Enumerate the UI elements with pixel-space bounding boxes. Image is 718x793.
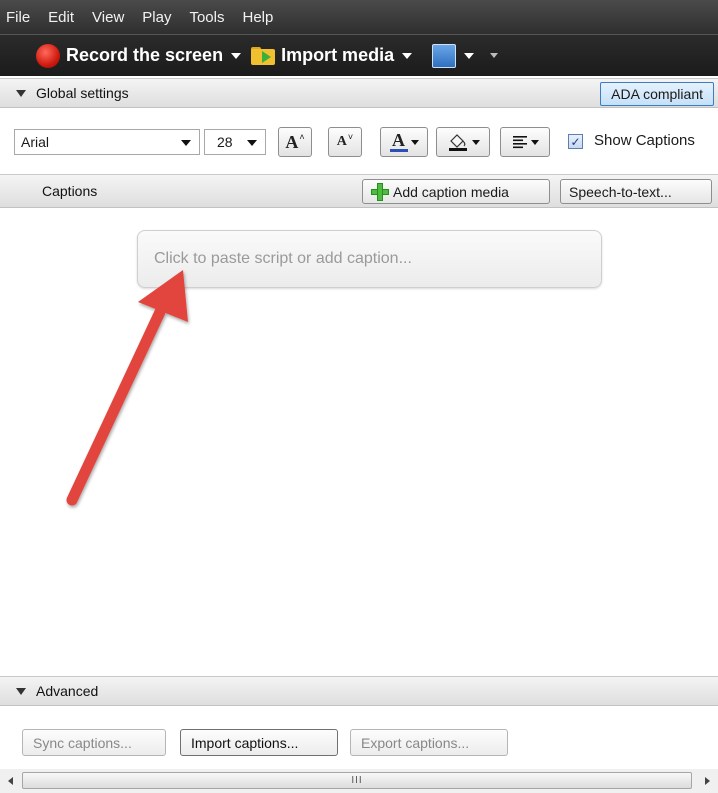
show-captions-checkbox[interactable]: ✓ [568,134,583,149]
caption-format-row: Arial 28 A ˄ A ˅ A ✓ Show Captions [0,122,718,168]
increase-font-icon: A [285,131,299,152]
import-captions-button[interactable]: Import captions... [180,729,338,756]
chevron-down-icon [410,139,419,145]
font-color-icon: A [389,131,408,152]
dropdown-arrow-icon [247,140,257,146]
decrease-font-icon: A [336,134,347,149]
chevron-down-icon [231,52,242,59]
global-settings-title: Global settings [36,85,129,101]
annotation-arrow-icon [66,270,188,506]
import-captions-label: Import captions... [191,734,299,751]
menu-file[interactable]: File [6,9,30,26]
font-color-button[interactable]: A [380,127,428,157]
import-media-label: Import media [281,45,395,65]
collapse-triangle-icon [16,687,26,695]
fill-color-button[interactable] [436,127,490,157]
add-caption-media-button[interactable]: Add caption media [362,179,550,204]
chevron-down-icon [530,139,539,145]
menu-help[interactable]: Help [243,9,274,26]
speech-to-text-button[interactable]: Speech-to-text... [560,179,712,204]
font-family-value: Arial [21,134,50,150]
caption-input[interactable]: Click to paste script or add caption... [137,230,602,288]
font-size-select[interactable]: 28 [204,129,266,155]
plus-icon [371,182,389,201]
folder-import-icon [251,46,276,65]
down-mark-icon: ˅ [347,132,354,142]
show-captions-label[interactable]: Show Captions [594,132,695,149]
decrease-font-button[interactable]: A ˅ [328,127,362,157]
sync-captions-label: Sync captions... [33,734,132,751]
export-captions-button[interactable]: Export captions... [350,729,508,756]
toolbar-overflow-icon[interactable] [490,53,499,58]
record-screen-button[interactable]: Record the screen [36,43,242,68]
checkmark-icon: ✓ [570,134,581,149]
chevron-down-icon [402,52,413,59]
ada-compliant-button[interactable]: ADA compliant [600,82,714,106]
captions-header: Captions Add caption media Speech-to-tex… [0,174,718,208]
collapse-triangle-icon [16,89,26,97]
menu-bar: File Edit View Play Tools Help [0,0,718,34]
horizontal-scrollbar[interactable]: III [0,769,718,793]
align-text-icon [512,136,527,149]
menu-view[interactable]: View [92,9,124,26]
sync-captions-button[interactable]: Sync captions... [22,729,166,756]
scrollbar-grip-icon: III [351,775,363,786]
scroll-left-icon[interactable] [8,777,13,785]
up-mark-icon: ˄ [299,132,305,142]
chevron-down-icon [471,139,480,145]
text-alignment-button[interactable] [500,127,550,157]
font-size-value: 28 [217,134,233,150]
font-family-select[interactable]: Arial [14,129,200,155]
chevron-down-icon [464,52,475,59]
caption-placeholder: Click to paste script or add caption... [154,250,412,267]
paint-bucket-icon [448,134,467,151]
increase-font-button[interactable]: A ˄ [278,127,312,157]
captions-title: Captions [42,183,98,199]
menu-tools[interactable]: Tools [189,9,224,26]
menu-edit[interactable]: Edit [48,9,74,26]
main-toolbar: Record the screen Import media [0,34,718,76]
record-label: Record the screen [66,45,224,65]
export-captions-label: Export captions... [361,734,470,751]
dropdown-arrow-icon [181,140,191,146]
global-settings-header[interactable]: Global settings ADA compliant [0,78,718,108]
add-caption-media-label: Add caption media [393,183,509,200]
speech-to-text-label: Speech-to-text... [569,183,672,200]
record-icon [36,43,60,68]
menu-play[interactable]: Play [142,9,171,26]
produce-share-icon [432,43,457,68]
import-media-button[interactable]: Import media [251,45,413,66]
advanced-title: Advanced [36,683,99,699]
advanced-header[interactable]: Advanced [0,676,718,706]
scroll-right-icon[interactable] [705,777,710,785]
scrollbar-thumb[interactable]: III [22,772,692,789]
produce-share-button[interactable] [422,43,475,68]
